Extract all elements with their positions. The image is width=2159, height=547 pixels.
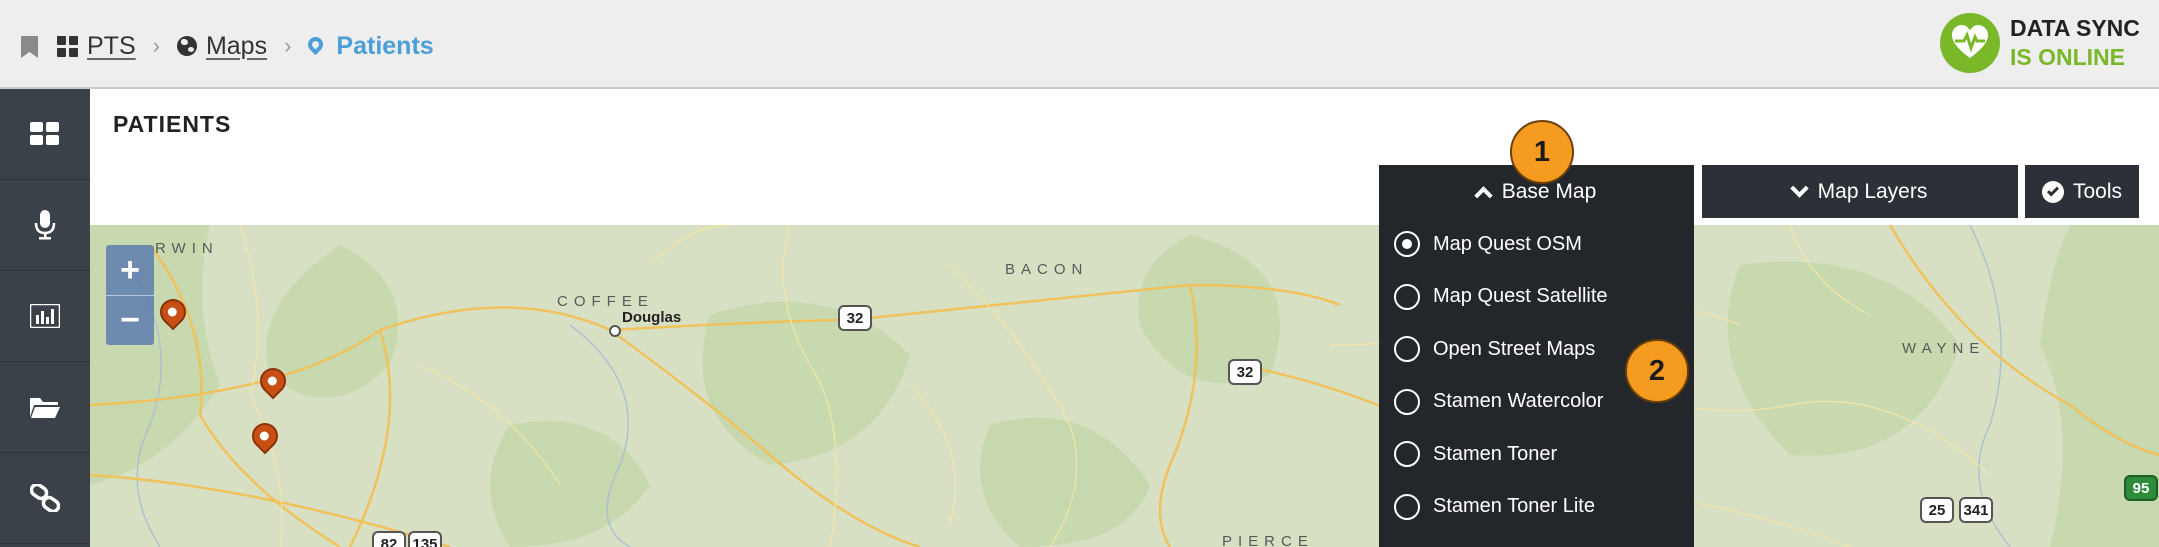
- map-view[interactable]: + − RWIN COFFEE BACON WAYNE PIERCE Dougl…: [90, 225, 2159, 547]
- route-shield: 95: [2124, 475, 2158, 501]
- microphone-icon: [34, 210, 56, 240]
- top-bar: PTS › Maps › Patients DATA SYNC IS ONLIN…: [0, 0, 2159, 89]
- sidebar-item-files[interactable]: [0, 362, 90, 453]
- breadcrumb-pts[interactable]: PTS: [57, 32, 136, 61]
- bar-chart-icon: [30, 304, 60, 328]
- zoom-in-button[interactable]: +: [106, 245, 154, 295]
- callout-badge-1: 1: [1510, 120, 1574, 184]
- breadcrumb: PTS › Maps › Patients: [57, 26, 434, 66]
- route-shield: 82: [372, 531, 406, 547]
- route-shield: 135: [408, 531, 442, 547]
- route-shield: 341: [1959, 497, 1993, 523]
- radio-icon[interactable]: [1394, 283, 1420, 310]
- sidebar-item-microphone[interactable]: [0, 180, 90, 271]
- bookmark-icon[interactable]: [21, 36, 38, 58]
- folder-open-icon: [30, 398, 60, 418]
- check-circle-icon: [2041, 180, 2064, 203]
- dashboard-grid-icon: [57, 35, 78, 57]
- route-shield: 25: [1920, 497, 1954, 523]
- main-content: PATIENTS + − RWIN COFFEE BACON WAYNE PIE…: [90, 89, 2159, 547]
- radio-icon[interactable]: [1394, 493, 1420, 520]
- radio-icon[interactable]: [1394, 336, 1420, 363]
- zoom-out-button[interactable]: −: [106, 295, 154, 345]
- globe-icon: [176, 36, 197, 56]
- map-label-coffee: COFFEE: [557, 293, 654, 310]
- breadcrumb-patients: Patients: [305, 32, 434, 61]
- map-layers-button[interactable]: Map Layers: [1702, 165, 2018, 218]
- dashboard-grid-icon: [30, 122, 59, 145]
- radio-icon[interactable]: [1394, 388, 1420, 415]
- chevron-right-icon: ›: [152, 33, 160, 58]
- tools-button[interactable]: Tools: [2025, 165, 2139, 218]
- map-label-pierce: PIERCE: [1222, 533, 1314, 547]
- route-shield: 32: [1228, 359, 1262, 385]
- map-pin-icon: [305, 33, 327, 55]
- link-icon: [30, 484, 60, 512]
- sidebar-item-dashboard[interactable]: [0, 89, 90, 180]
- map-label-irwin: RWIN: [155, 240, 219, 257]
- base-map-option-mapquest-satellite[interactable]: Map Quest Satellite: [1379, 271, 1694, 324]
- callout-badge-2: 2: [1625, 339, 1689, 403]
- zoom-control: + −: [106, 245, 154, 345]
- sidebar-item-reports[interactable]: [0, 271, 90, 362]
- sidebar-item-links[interactable]: [0, 453, 90, 544]
- map-label-wayne: WAYNE: [1902, 340, 1986, 357]
- base-map-option-stamen-toner-lite[interactable]: Stamen Toner Lite: [1379, 481, 1694, 534]
- map-city-label: Douglas: [622, 309, 682, 326]
- sync-status-line1: DATA SYNC: [2010, 15, 2140, 41]
- base-map-option-mapquest-osm[interactable]: Map Quest OSM: [1379, 218, 1694, 271]
- radio-icon[interactable]: [1394, 441, 1420, 468]
- page-title: PATIENTS: [113, 111, 232, 137]
- data-sync-status: DATA SYNC IS ONLINE: [1940, 13, 2140, 73]
- chevron-up-icon: [1474, 185, 1493, 205]
- map-terrain: [90, 225, 2159, 547]
- sync-status-line2: IS ONLINE: [2010, 44, 2126, 70]
- radio-selected-icon[interactable]: [1394, 231, 1420, 258]
- chevron-down-icon: [1789, 178, 1809, 198]
- breadcrumb-maps[interactable]: Maps: [176, 32, 267, 61]
- route-shield: 32: [838, 305, 872, 331]
- map-label-bacon: BACON: [1005, 261, 1089, 278]
- sidebar: [0, 89, 90, 547]
- base-map-option-stamen-toner[interactable]: Stamen Toner: [1379, 428, 1694, 481]
- heartbeat-icon: [1940, 13, 2000, 73]
- chevron-right-icon: ›: [284, 33, 292, 58]
